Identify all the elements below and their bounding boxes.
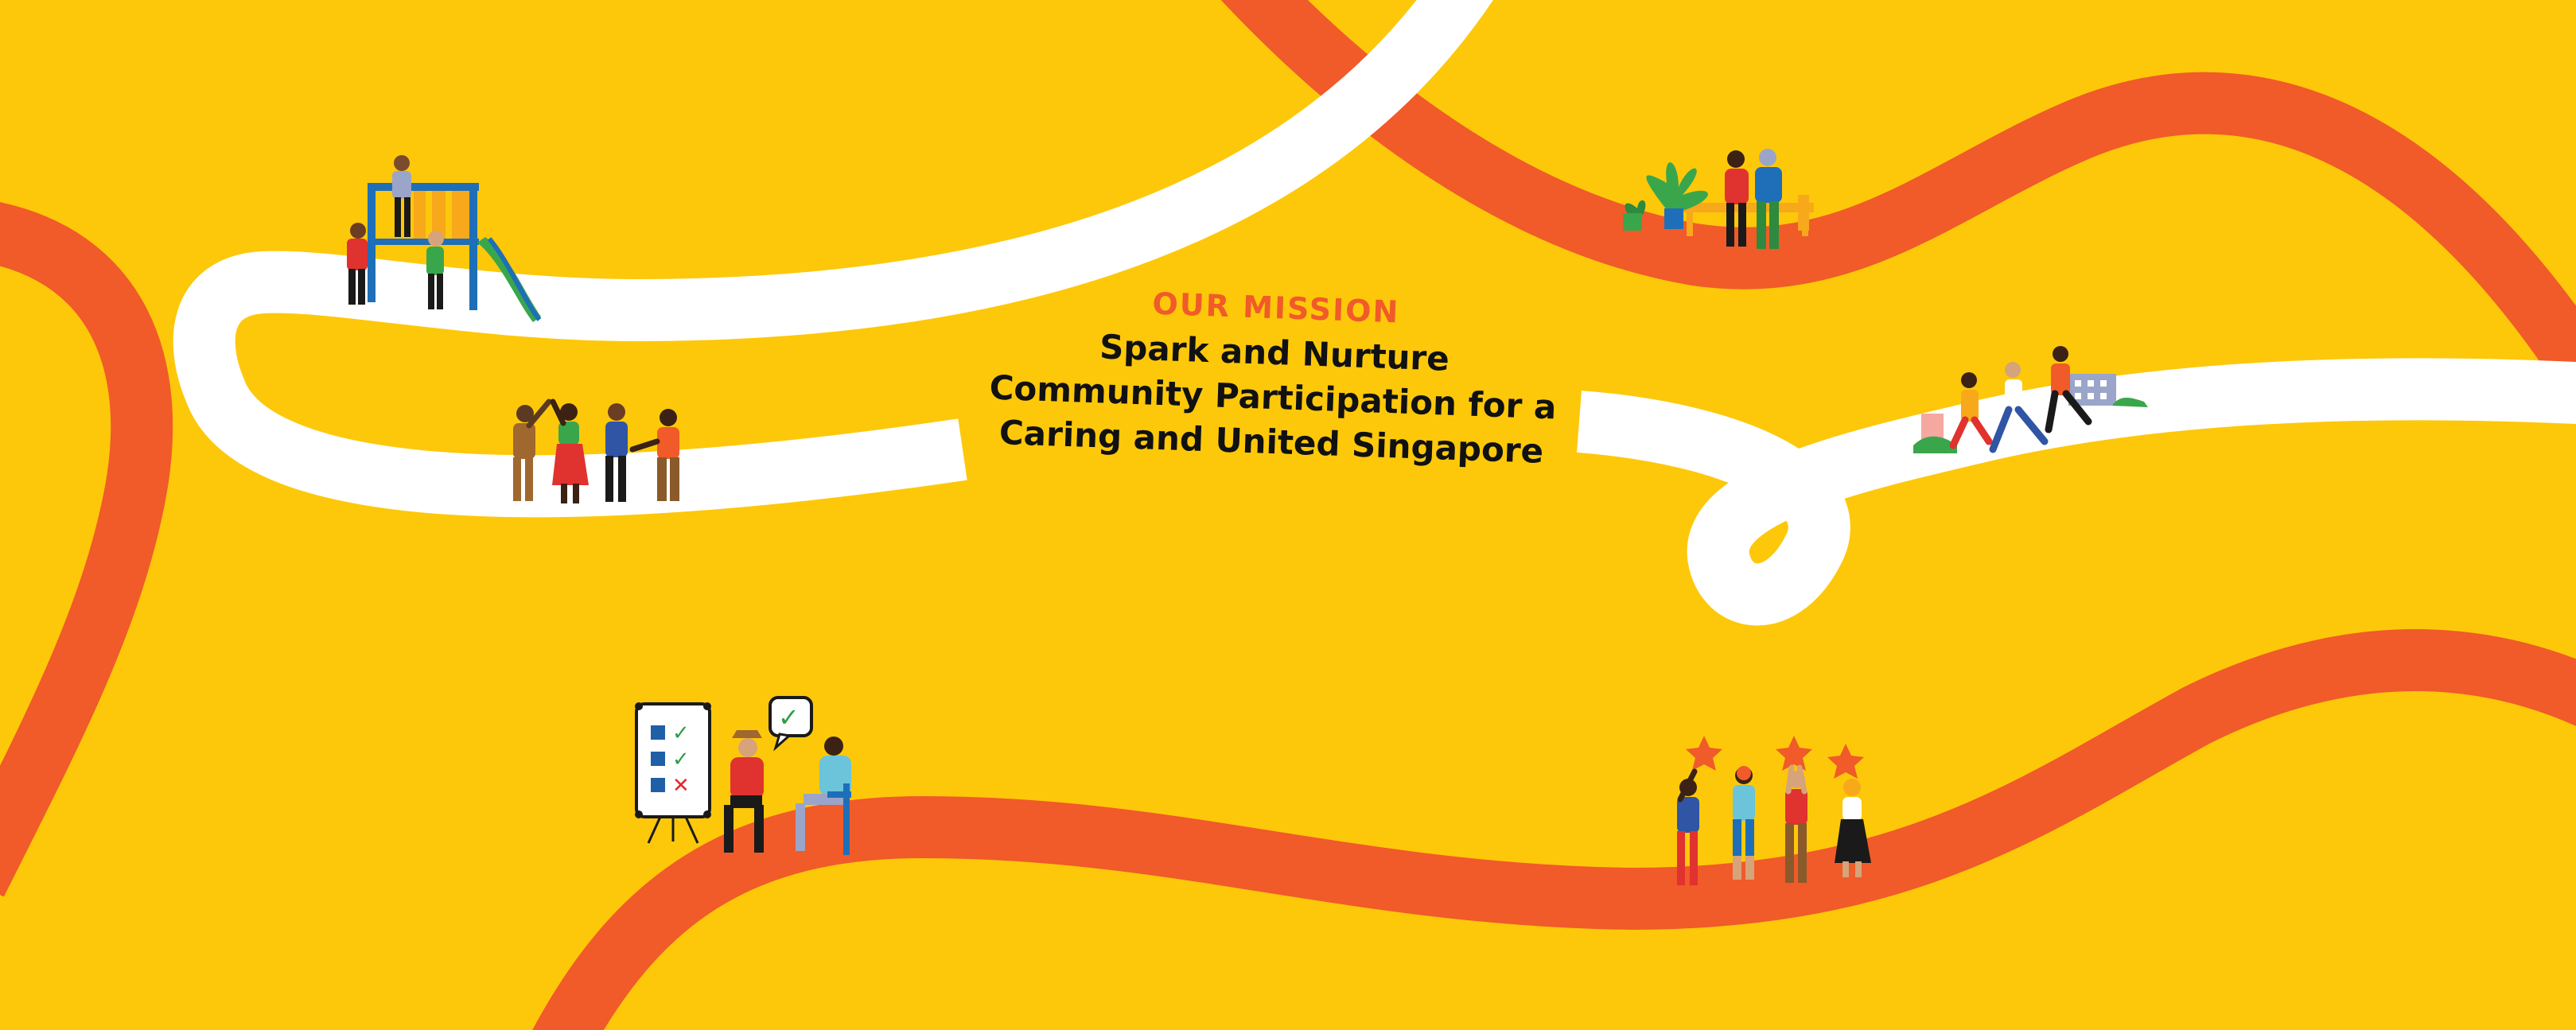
check-mark-2: ✓ (672, 748, 690, 772)
check-mark-1: ✓ (672, 721, 690, 745)
banner-artwork: ✓ ✓ ✕ ✓ OUR MISSION Spark and Nurture Co… (0, 0, 2576, 1030)
speech-check-mark: ✓ (778, 702, 800, 733)
mission-line-1: Spark and Nurture (1099, 327, 1449, 378)
star-icon (1686, 736, 1722, 771)
cross-mark: ✕ (672, 774, 690, 798)
star-icon (1827, 744, 1864, 779)
mission-heading: OUR MISSION (1152, 286, 1400, 330)
white-path-right (1576, 358, 2576, 626)
checklist-box-2 (651, 752, 665, 766)
mission-banner: ✓ ✓ ✕ ✓ OUR MISSION Spark and Nurture Co… (0, 0, 2576, 1030)
checklist-box-1 (651, 725, 665, 740)
orange-path-bottom (532, 629, 2576, 1030)
mission-text-block: OUR MISSION Spark and Nurture Community … (989, 286, 1557, 471)
orange-path-left (0, 202, 173, 897)
checklist-box-3 (651, 778, 665, 792)
star-icon (1776, 736, 1812, 771)
